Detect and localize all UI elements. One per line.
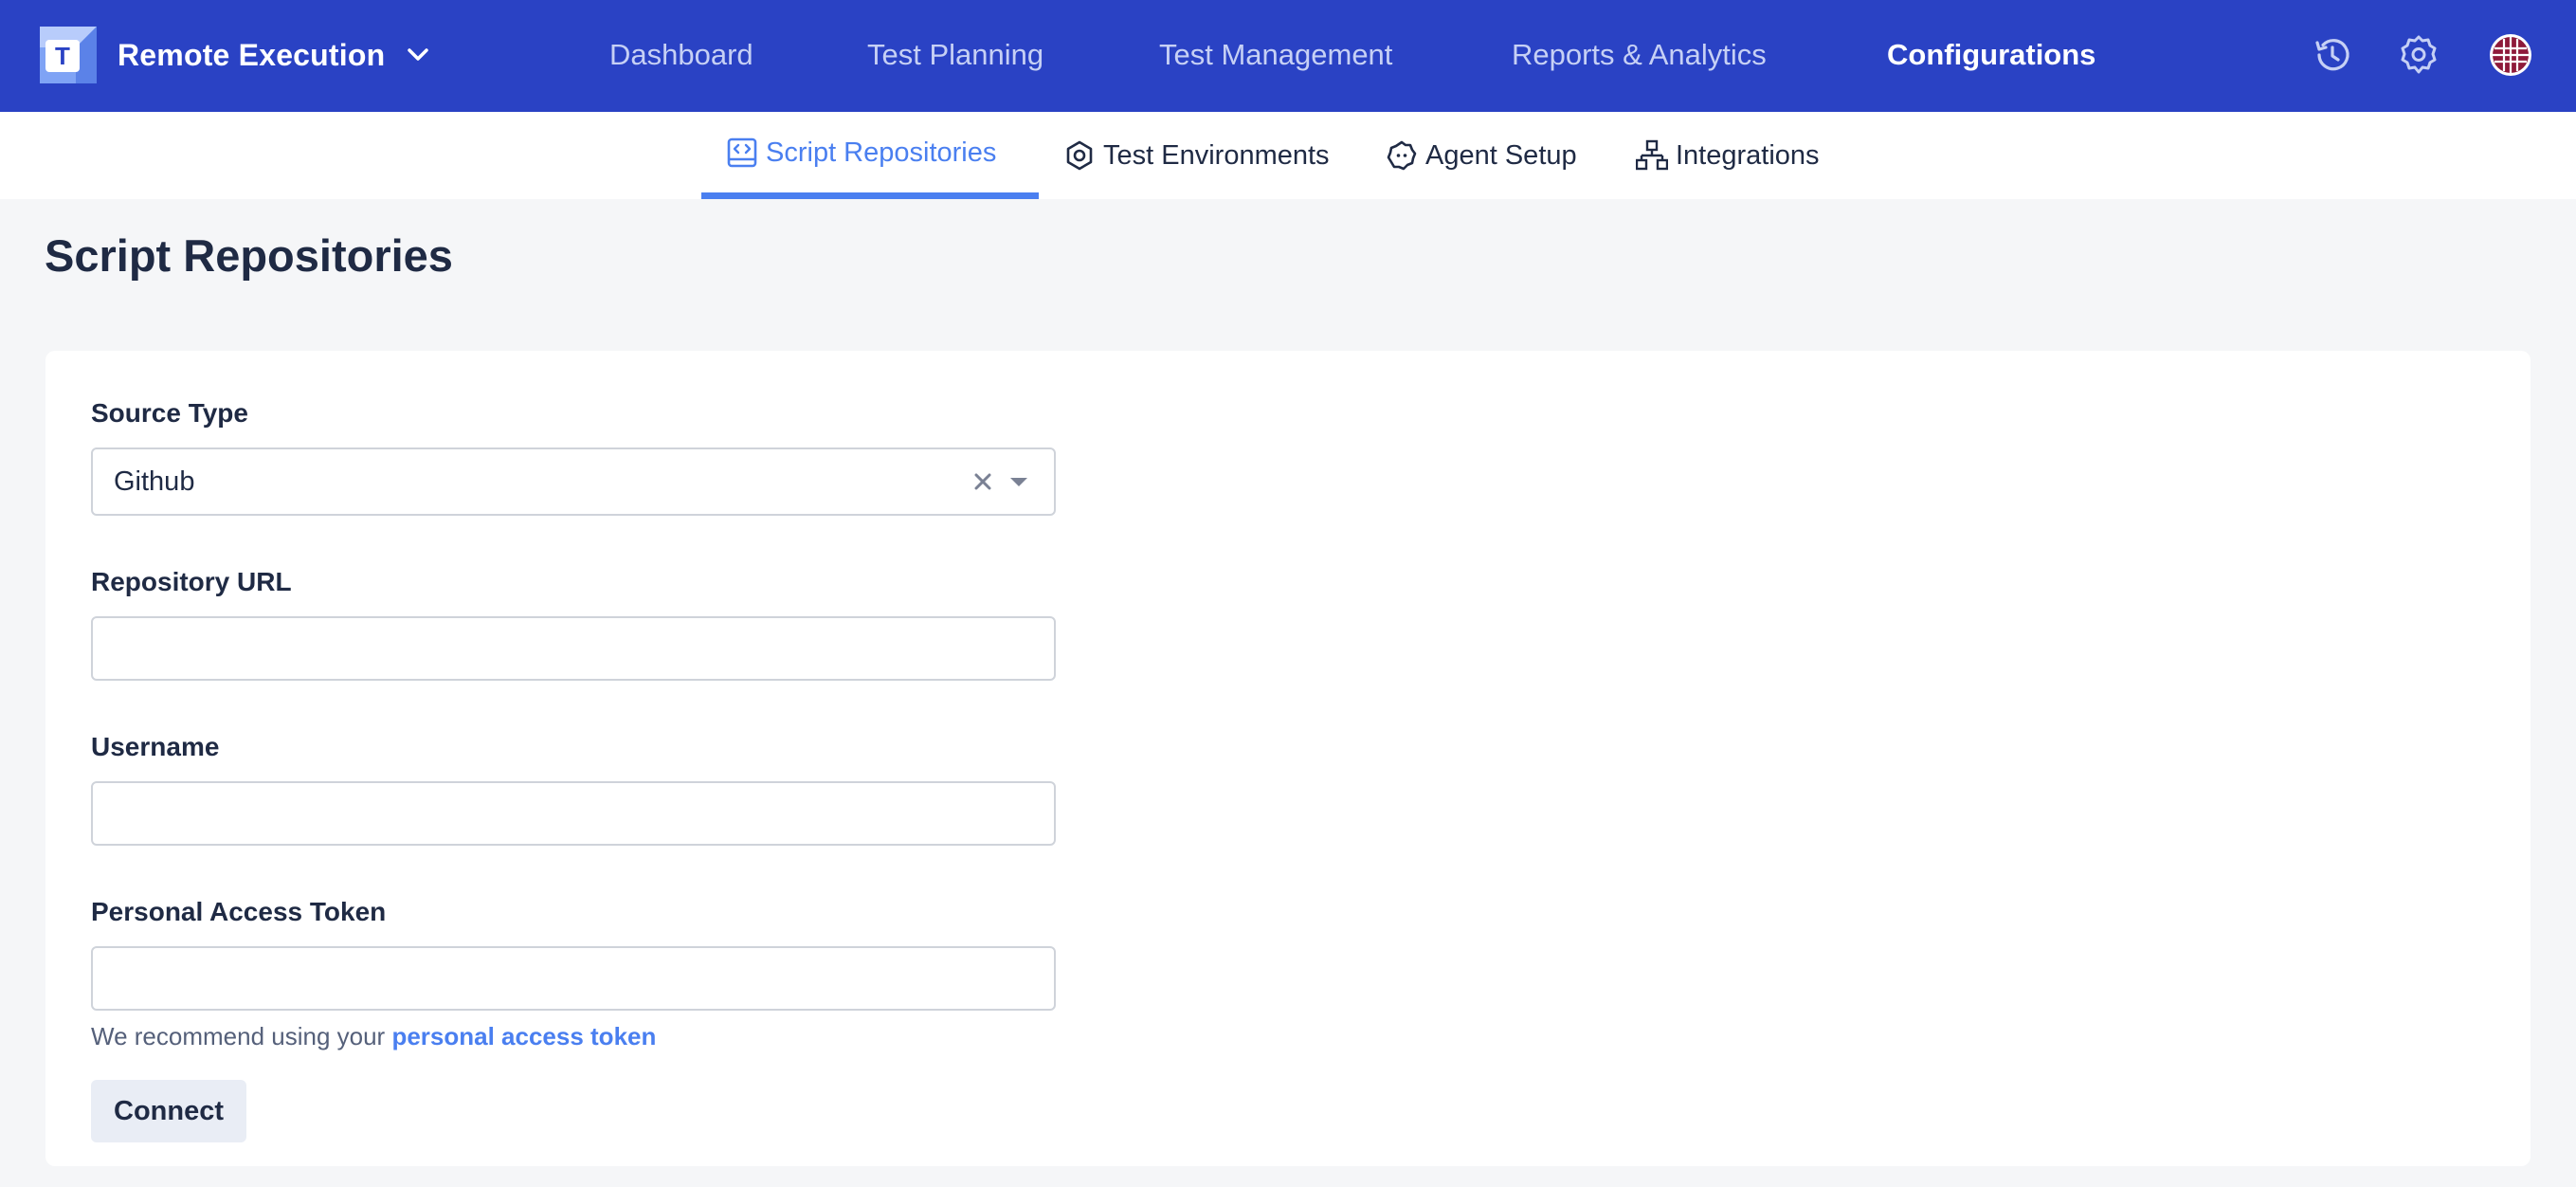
repository-form-card: Source Type Github Repository URL Userna…: [45, 351, 2531, 1166]
repository-url-label: Repository URL: [91, 567, 292, 596]
username-label: Username: [91, 732, 220, 761]
clear-icon[interactable]: [969, 467, 997, 496]
source-type-value: Github: [114, 466, 195, 497]
tab-agent-setup[interactable]: Agent Setup: [1386, 112, 1577, 199]
username-input[interactable]: [91, 781, 1056, 846]
nav-reports-analytics[interactable]: Reports & Analytics: [1512, 36, 1767, 74]
hexagon-icon: [1063, 139, 1096, 172]
repository-url-input[interactable]: [91, 616, 1056, 681]
avatar-icon: [2490, 34, 2531, 76]
personal-access-token-link[interactable]: personal access token: [391, 1022, 656, 1050]
settings-button[interactable]: [2390, 27, 2447, 83]
source-type-label: Source Type: [91, 398, 248, 428]
code-window-icon: [726, 137, 758, 169]
tab-label: Integrations: [1676, 139, 1820, 171]
tab-label: Agent Setup: [1425, 139, 1577, 171]
history-icon: [2315, 39, 2349, 71]
tab-label: Test Environments: [1103, 139, 1330, 171]
app-logo: T: [40, 27, 97, 83]
top-navigation-bar: T Remote Execution Dashboard Test Planni…: [0, 0, 2576, 112]
page-title: Script Repositories: [45, 230, 453, 281]
tab-integrations[interactable]: Integrations: [1636, 112, 1820, 199]
tab-test-environments[interactable]: Test Environments: [1063, 112, 1330, 199]
project-switcher[interactable]: T Remote Execution: [40, 27, 432, 83]
nav-test-planning[interactable]: Test Planning: [867, 36, 1043, 74]
nav-dashboard[interactable]: Dashboard: [609, 36, 753, 74]
tab-script-repositories[interactable]: Script Repositories: [701, 112, 1039, 199]
dropdown-caret-icon[interactable]: [1005, 467, 1033, 496]
agent-gear-icon: [1386, 139, 1418, 172]
chevron-down-icon[interactable]: [404, 41, 432, 69]
personal-access-token-input[interactable]: [91, 946, 1056, 1011]
nav-configurations[interactable]: Configurations: [1887, 36, 2095, 74]
helper-text: We recommend using your: [91, 1022, 386, 1050]
configuration-tabs: Script Repositories Test Environments Ag…: [0, 112, 2576, 199]
history-button[interactable]: [2304, 27, 2361, 83]
connect-button[interactable]: Connect: [91, 1080, 246, 1142]
nav-test-management[interactable]: Test Management: [1159, 36, 1392, 74]
token-label: Personal Access Token: [91, 897, 387, 926]
svg-text:T: T: [55, 42, 70, 70]
gear-icon: [2401, 35, 2437, 74]
tab-label: Script Repositories: [766, 137, 997, 168]
token-helper-text: We recommend using your personal access …: [91, 1022, 656, 1051]
user-avatar[interactable]: [2482, 27, 2539, 83]
network-tree-icon: [1636, 139, 1668, 172]
source-type-select[interactable]: Github: [91, 447, 1056, 516]
project-name: Remote Execution: [118, 37, 386, 72]
